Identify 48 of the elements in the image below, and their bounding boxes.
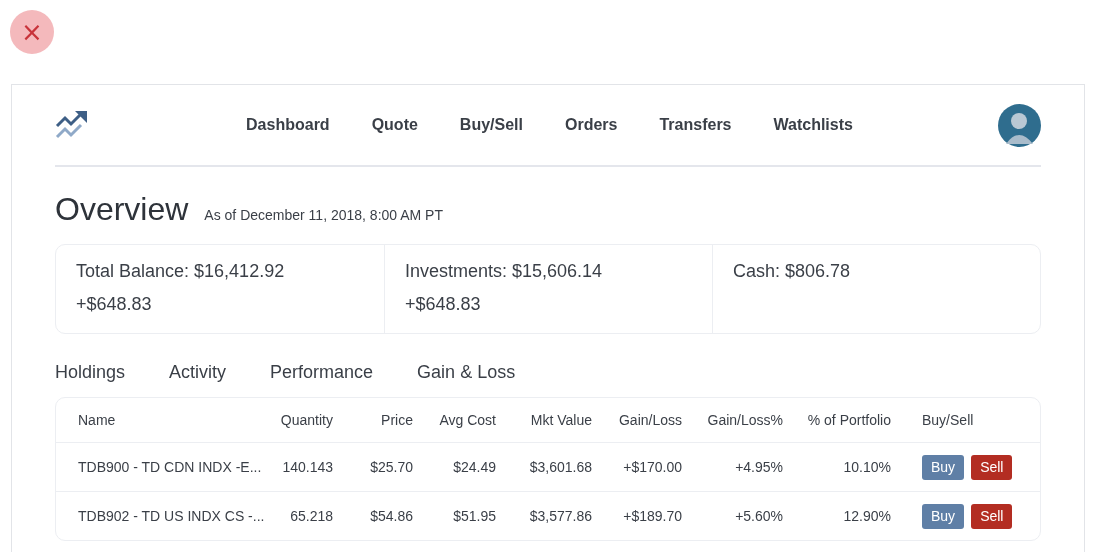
column-header: % of Portfolio [807,412,891,428]
nav-link[interactable]: Watchlists [773,116,853,134]
table-cell: 10.10% [843,459,891,475]
page-title: Overview [55,191,189,228]
balance-label: Cash: $806.78 [733,261,852,282]
as-of-date: As of December 11, 2018, 8:00 AM PT [204,207,443,223]
sell-button[interactable]: Sell [971,503,1013,529]
balance-change: +$648.83 [76,294,153,315]
tab[interactable]: Holdings [55,362,126,383]
table-cell: +5.60% [735,508,783,524]
nav-link[interactable]: Quote [371,116,418,134]
tab[interactable]: Activity [169,362,227,383]
table-cell: 140.143 [282,459,333,475]
nav-link[interactable]: Transfers [659,116,732,134]
buy-button[interactable]: Buy [922,454,965,480]
nav-link[interactable]: Buy/Sell [459,116,523,134]
trend-arrow-icon[interactable] [55,110,89,140]
column-header: Gain/Loss [618,412,682,428]
tab[interactable]: Gain & Loss [417,362,516,383]
balance-label: Total Balance: $16,412.92 [76,261,286,282]
column-header: Name [78,412,116,428]
nav-link[interactable]: Orders [565,116,618,134]
sell-button[interactable]: Sell [971,454,1013,480]
table-cell: +$189.70 [623,508,682,524]
table-cell: +4.95% [735,459,783,475]
table-cell: $3,577.86 [529,508,592,524]
balance-label: Investments: $15,606.14 [405,261,604,282]
table-cell: $51.95 [453,508,496,524]
table-cell: +$170.00 [623,459,682,475]
tab[interactable]: Performance [270,362,374,383]
table-cell: TDB900 - TD CDN INDX -E... [78,459,262,475]
column-header: Gain/Loss% [707,412,783,428]
column-header: Avg Cost [439,412,496,428]
avatar[interactable] [998,103,1041,147]
column-header: Quantity [280,412,333,428]
buy-button[interactable]: Buy [922,503,965,529]
table-cell: 12.90% [843,508,891,524]
table-cell: $25.70 [370,459,413,475]
table-cell: TDB902 - TD US INDX CS -... [78,508,265,524]
nav-link[interactable]: Dashboard [246,116,330,134]
balance-change: +$648.83 [405,294,482,315]
column-header: Price [381,412,413,428]
column-header: Buy/Sell [922,412,974,428]
table-cell: $3,601.68 [529,459,592,475]
table-cell: $24.49 [453,459,496,475]
table-cell: $54.86 [370,508,413,524]
column-header: Mkt Value [530,412,592,428]
table-cell: 65.218 [290,508,333,524]
